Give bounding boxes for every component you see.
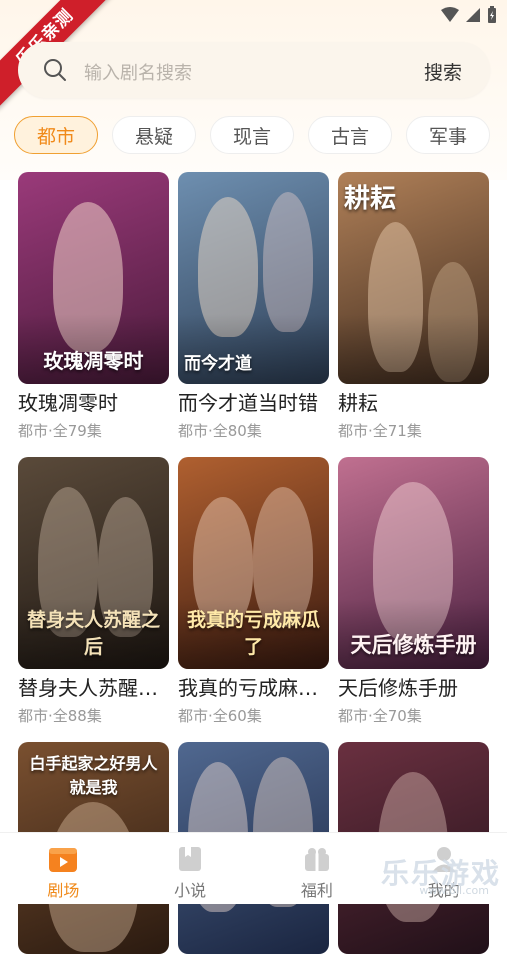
poster-image[interactable]: 而今才道	[178, 172, 329, 384]
nav-novel[interactable]: 小说	[127, 833, 254, 904]
drama-meta: 都市·全88集	[18, 707, 102, 725]
poster-image[interactable]: 替身夫人苏醒之后	[18, 457, 169, 669]
poster-caption: 天后修炼手册	[350, 633, 477, 657]
tab-guyan[interactable]: 古言	[308, 116, 392, 154]
poster-caption: 白手起家之好男人就是我	[29, 754, 158, 797]
drama-card[interactable]: 玫瑰凋零时 玫瑰凋零时 都市·全79集	[18, 172, 169, 441]
drama-card[interactable]: 替身夫人苏醒之后 替身夫人苏醒之后 都市·全88集	[18, 457, 169, 726]
drama-title[interactable]: 玫瑰凋零时	[18, 390, 169, 416]
tab-xuanyi[interactable]: 悬疑	[112, 116, 196, 154]
poster-image[interactable]: 玫瑰凋零时	[18, 172, 169, 384]
wifi-icon	[441, 7, 459, 22]
drama-meta: 都市·全80集	[178, 422, 262, 440]
nav-theater[interactable]: 剧场	[0, 833, 127, 904]
poster-image[interactable]: 天后修炼手册	[338, 457, 489, 669]
tab-xianyan[interactable]: 现言	[210, 116, 294, 154]
drama-title[interactable]: 而今才道当时错	[178, 390, 329, 416]
tab-dushi[interactable]: 都市	[14, 116, 98, 154]
drama-meta: 都市·全79集	[18, 422, 102, 440]
search-input[interactable]: 输入剧名搜索	[84, 59, 192, 85]
tab-junshi[interactable]: 军事	[406, 116, 490, 154]
poster-caption: 而今才道	[184, 354, 252, 374]
watermark-url: www.6ll.com	[419, 884, 489, 897]
drama-meta: 都市·全71集	[338, 422, 422, 440]
drama-card[interactable]: 而今才道 而今才道当时错 都市·全80集	[178, 172, 329, 441]
category-tabs: 都市 悬疑 现言 古言 军事	[14, 116, 507, 156]
nav-label: 剧场	[47, 881, 80, 900]
search-bar[interactable]: 输入剧名搜索 搜索	[18, 42, 490, 98]
gift-icon	[304, 848, 329, 871]
poster-image[interactable]: 耕耘	[338, 172, 489, 384]
drama-title[interactable]: 耕耘	[338, 390, 489, 416]
signal-icon	[466, 8, 480, 22]
nav-welfare[interactable]: 福利	[254, 833, 381, 904]
drama-title[interactable]: 天后修炼手册	[338, 675, 489, 701]
nav-label: 小说	[174, 881, 207, 900]
search-button[interactable]: 搜索	[424, 58, 462, 85]
search-icon	[44, 59, 66, 81]
nav-label: 福利	[300, 881, 333, 900]
poster-caption: 玫瑰凋零时	[43, 349, 144, 373]
drama-card[interactable]: 天后修炼手册 天后修炼手册 都市·全70集	[338, 457, 489, 726]
book-icon	[179, 847, 202, 871]
poster-caption: 替身夫人苏醒之后	[26, 609, 160, 658]
theater-icon	[49, 848, 78, 872]
drama-card[interactable]: 我真的亏成麻瓜了 我真的亏成麻瓜了 都市·全60集	[178, 457, 329, 726]
drama-meta: 都市·全70集	[338, 707, 422, 725]
drama-meta: 都市·全60集	[178, 707, 262, 725]
poster-caption: 耕耘	[344, 184, 397, 214]
battery-icon	[488, 6, 496, 23]
poster-image[interactable]: 我真的亏成麻瓜了	[178, 457, 329, 669]
drama-title[interactable]: 我真的亏成麻瓜了	[178, 675, 329, 701]
drama-title[interactable]: 替身夫人苏醒之后	[18, 675, 169, 701]
poster-caption: 我真的亏成麻瓜了	[186, 609, 320, 658]
drama-card[interactable]: 耕耘 耕耘 都市·全71集	[338, 172, 489, 441]
